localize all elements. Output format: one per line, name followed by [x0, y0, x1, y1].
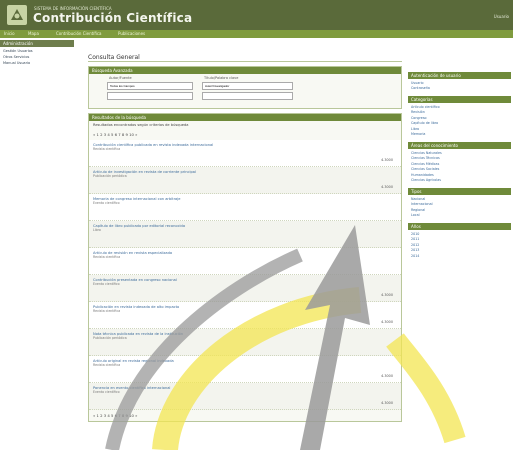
right-section-title: Categorías — [408, 96, 511, 103]
result-points: 4.3000 — [381, 293, 393, 297]
search-label-b: Título/Palabra clave — [204, 76, 239, 80]
right-section-link[interactable]: Memoria — [411, 132, 508, 136]
page-title: Consulta General — [88, 54, 402, 62]
result-item: Contribución científica publicada en rev… — [89, 140, 401, 167]
search-input-extra2[interactable] — [202, 92, 293, 100]
nav-item-home[interactable]: Inicio — [4, 31, 15, 36]
sidebar-link-servicios[interactable]: Otros Servicios — [3, 55, 71, 59]
right-section-link[interactable]: Contraseña — [411, 86, 508, 90]
nav-bar: Inicio Mapa Contribución Científica Publ… — [0, 30, 513, 38]
right-section-link[interactable]: Libro — [411, 127, 508, 131]
result-meta: Evento científico — [93, 282, 120, 286]
right-section-link[interactable]: Revisión — [411, 110, 508, 114]
right-section-link[interactable]: Congreso — [411, 116, 508, 120]
result-item: Capítulo de libro publicado por editoria… — [89, 221, 401, 248]
search-select-campo[interactable] — [107, 82, 193, 90]
right-section-link[interactable]: Local — [411, 213, 508, 217]
right-section-link[interactable]: Nacional — [411, 197, 508, 201]
right-section-link[interactable]: Regional — [411, 208, 508, 212]
right-section-link[interactable]: Ciencias Sociales — [411, 167, 508, 171]
result-points: 4.3000 — [381, 374, 393, 378]
pagination-top[interactable]: « 1 2 3 4 5 6 7 8 9 10 » — [93, 132, 401, 137]
right-section-link[interactable]: Internacional — [411, 202, 508, 206]
nav-item-mapa[interactable]: Mapa — [28, 31, 39, 36]
result-item: Artículo de revisión en revista especial… — [89, 248, 401, 275]
result-item: Nota técnica publicada en revista de la … — [89, 329, 401, 356]
result-meta: Revista científica — [93, 147, 121, 151]
pagination-bottom[interactable]: « 1 2 3 4 5 6 7 8 9 10 » — [93, 413, 401, 418]
result-item: Contribución presentada en congreso naci… — [89, 275, 401, 302]
sidebar: Administración Gestión Usuarios Otros Se… — [0, 40, 74, 450]
right-section-link[interactable]: Usuario — [411, 81, 508, 85]
logo-icon — [7, 5, 27, 25]
result-item: Publicación en revista indexada de alto … — [89, 302, 401, 329]
right-column: Autenticación de usuario Usuario Contraseñ… — [408, 66, 511, 259]
right-section-link[interactable]: Ciencias Médicas — [411, 162, 508, 166]
right-section-link[interactable]: Humanidades — [411, 173, 508, 177]
result-meta: Publicación periódica — [93, 336, 127, 340]
result-meta: Libro — [93, 228, 101, 232]
result-meta: Publicación periódica — [93, 174, 127, 178]
right-section-link[interactable]: Ciencias Técnicas — [411, 156, 508, 160]
app-header: SISTEMA DE INFORMACIÓN CIENTÍFICA Contri… — [0, 0, 513, 30]
results-panel: Resultados de la búsqueda Resultados enc… — [88, 113, 402, 422]
result-item: Artículo de investigación en revista de … — [89, 167, 401, 194]
right-section-link[interactable]: Artículo científico — [411, 105, 508, 109]
right-section-title: Áreas del conocimiento — [408, 142, 511, 149]
nav-item-contribucion[interactable]: Contribución Científica — [56, 31, 102, 36]
search-label-a: Autor/Fuente — [109, 76, 132, 80]
result-points: 4.3000 — [381, 185, 393, 189]
right-section-link[interactable]: 2010 — [411, 232, 508, 236]
result-item: Artículo original en revista regional in… — [89, 356, 401, 383]
sidebar-link-manual[interactable]: Manual Usuario — [3, 61, 71, 65]
nav-item-publicaciones[interactable]: Publicaciones — [118, 31, 145, 36]
right-section-link[interactable]: 2014 — [411, 254, 508, 258]
right-section-link[interactable]: 2011 — [411, 237, 508, 241]
result-points: 4.3000 — [381, 320, 393, 324]
right-section-link[interactable]: Ciencias Agrícolas — [411, 178, 508, 182]
right-section-link[interactable]: 2013 — [411, 248, 508, 252]
app-title: Contribución Científica — [33, 11, 193, 25]
sidebar-link-usuarios[interactable]: Gestión Usuarios — [3, 49, 71, 53]
result-meta: Revista científica — [93, 309, 121, 313]
search-panel: Búsqueda Avanzada Autor/Fuente Título/Pa… — [88, 66, 402, 109]
result-meta: Revista científica — [93, 255, 121, 259]
search-input-extra[interactable] — [107, 92, 193, 100]
right-section-title: Autenticación de usuario — [408, 72, 511, 79]
right-section-link[interactable]: 2012 — [411, 243, 508, 247]
result-points: 4.3000 — [381, 158, 393, 162]
result-meta: Revista científica — [93, 363, 121, 367]
results-info: Resultados encontrados según criterios d… — [93, 123, 189, 127]
results-panel-title: Resultados de la búsqueda — [89, 114, 401, 121]
result-item: Memoria de congreso internacional con ar… — [89, 194, 401, 221]
result-points: 4.3000 — [381, 401, 393, 405]
search-panel-title: Búsqueda Avanzada — [89, 67, 401, 74]
right-section-link[interactable]: Capítulo de libro — [411, 121, 508, 125]
right-section-title: Años — [408, 223, 511, 230]
user-menu[interactable]: Usuario — [494, 14, 509, 19]
result-meta: Evento científico — [93, 390, 120, 394]
main-content: Consulta General Búsqueda Avanzada Autor… — [88, 48, 402, 450]
search-input-autor[interactable] — [202, 82, 293, 90]
right-section-title: Tipos — [408, 188, 511, 195]
right-section-link[interactable]: Ciencias Naturales — [411, 151, 508, 155]
sidebar-header: Administración — [0, 40, 74, 47]
result-meta: Evento científico — [93, 201, 120, 205]
result-item: Ponencia en evento científico internacio… — [89, 383, 401, 410]
